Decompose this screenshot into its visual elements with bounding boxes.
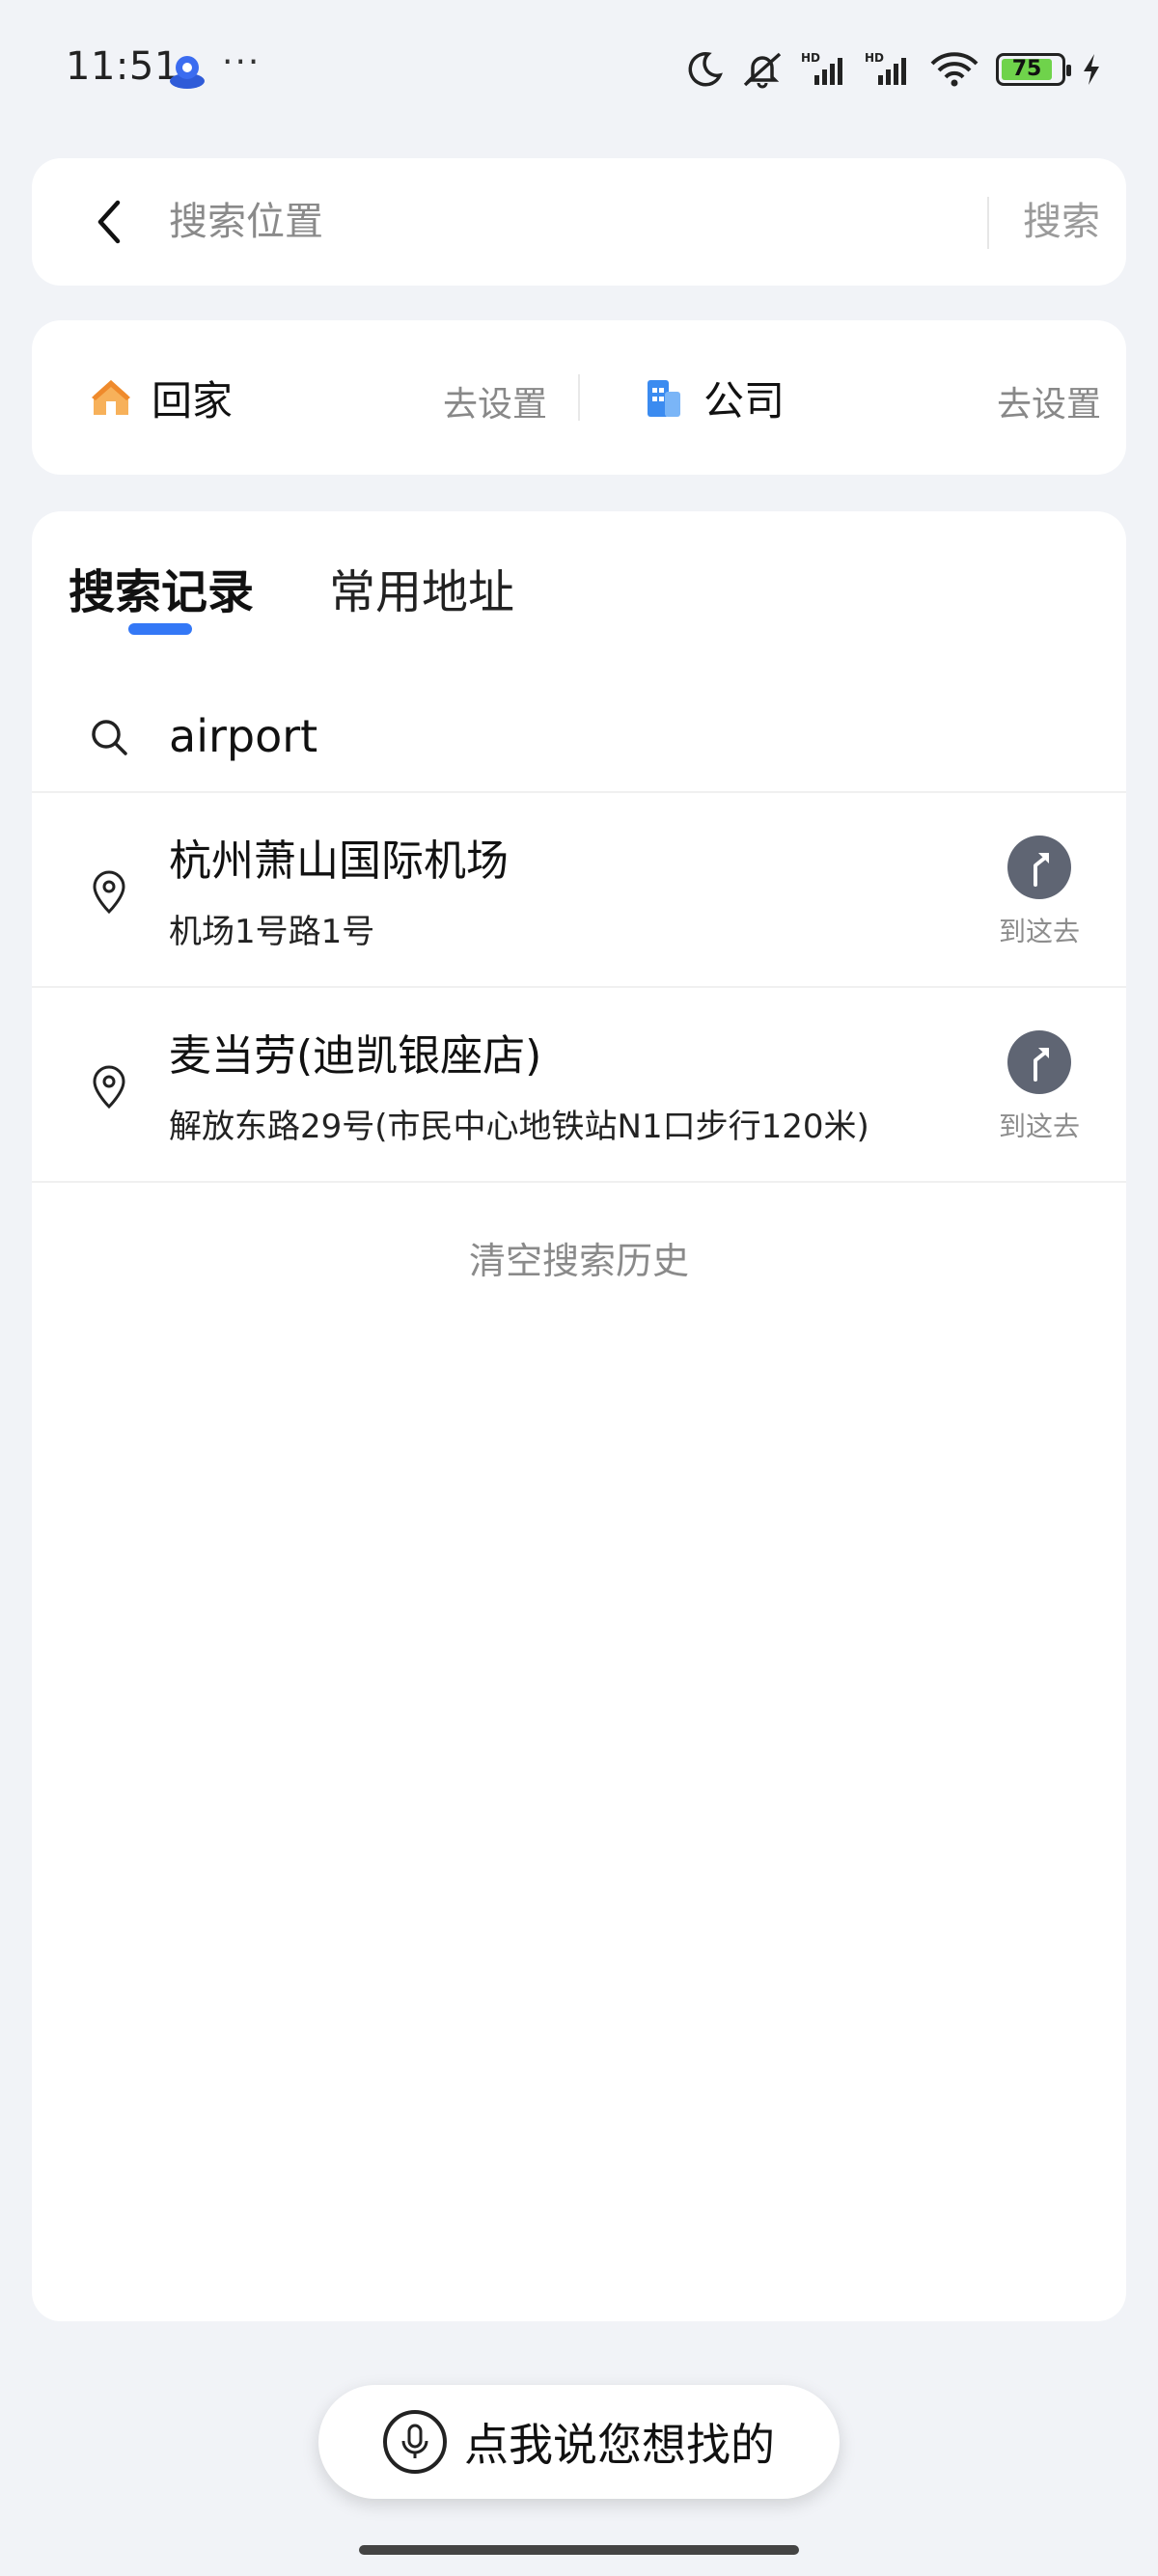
back-arrow-icon: [97, 200, 121, 244]
place-name: 麦当劳(迪凯银座店): [169, 1031, 542, 1081]
status-icons: HD HD 75: [685, 46, 1102, 93]
location-pin-icon: [93, 870, 125, 915]
location-pin-icon: [93, 1065, 125, 1110]
signal-2-icon: HD: [865, 51, 906, 85]
clear-history-button[interactable]: 清空搜索历史: [32, 1231, 1126, 1284]
back-button[interactable]: [80, 193, 138, 251]
voice-search-label: 点我说您想找的: [464, 2419, 775, 2471]
more-notifications-icon: ···: [222, 42, 262, 82]
history-panel: 搜索记录 常用地址 airport 杭州萧山国际机场 机场1号路1号 到这去 麦…: [32, 511, 1126, 2321]
svg-text:HD: HD: [801, 51, 820, 65]
work-set-button[interactable]: 去设置: [997, 376, 1101, 426]
battery-icon: 75: [996, 53, 1071, 86]
navigate-here-button[interactable]: 到这去: [997, 836, 1082, 951]
svg-text:HD: HD: [865, 51, 884, 65]
home-icon: [92, 380, 130, 415]
history-query-row[interactable]: airport: [32, 677, 1126, 793]
route-turn-icon: [1034, 1048, 1049, 1082]
search-bar: 搜索: [32, 158, 1126, 286]
office-building-icon: [648, 380, 680, 417]
map-app-notification-icon: [170, 56, 205, 89]
voice-search-button[interactable]: 点我说您想找的: [318, 2385, 840, 2499]
wifi-icon: [930, 52, 979, 87]
navigate-here-label: 到这去: [998, 1110, 1080, 1142]
navigate-here-label: 到这去: [998, 916, 1080, 947]
active-tab-indicator: [128, 623, 192, 635]
place-name: 杭州萧山国际机场: [169, 836, 509, 886]
history-query-text: airport: [169, 710, 318, 762]
status-time: 11:51: [66, 44, 179, 89]
work-label: 公司: [703, 376, 786, 425]
history-place-row[interactable]: 麦当劳(迪凯银座店) 解放东路29号(市民中心地铁站N1口步行120米) 到这去: [32, 988, 1126, 1183]
history-place-row[interactable]: 杭州萧山国际机场 机场1号路1号 到这去: [32, 793, 1126, 988]
place-address: 机场1号路1号: [169, 913, 375, 951]
home-label: 回家: [152, 376, 234, 425]
tab-search-history[interactable]: 搜索记录: [69, 554, 254, 621]
charging-icon: [1084, 54, 1099, 85]
quick-destinations: 回家 去设置 公司 去设置: [32, 320, 1126, 475]
home-set-button[interactable]: 去设置: [443, 376, 547, 426]
do-not-disturb-icon: [688, 52, 723, 87]
search-input[interactable]: [169, 187, 999, 257]
home-indicator[interactable]: [359, 2545, 799, 2555]
quick-divider: [578, 374, 580, 421]
search-button[interactable]: 搜索: [997, 191, 1126, 253]
place-address: 解放东路29号(市民中心地铁站N1口步行120米): [169, 1108, 869, 1146]
battery-level: 75: [1011, 57, 1042, 81]
route-turn-icon: [1034, 853, 1049, 887]
search-icon: [92, 720, 127, 755]
mute-icon: [743, 52, 782, 89]
search-divider: [987, 197, 989, 249]
status-bar: 11:51 ··· HD HD 75: [0, 0, 1158, 145]
signal-1-icon: HD: [801, 51, 842, 85]
tab-frequent-addresses[interactable]: 常用地址: [329, 554, 514, 621]
microphone-icon: [383, 2410, 447, 2474]
navigate-here-button[interactable]: 到这去: [997, 1030, 1082, 1146]
